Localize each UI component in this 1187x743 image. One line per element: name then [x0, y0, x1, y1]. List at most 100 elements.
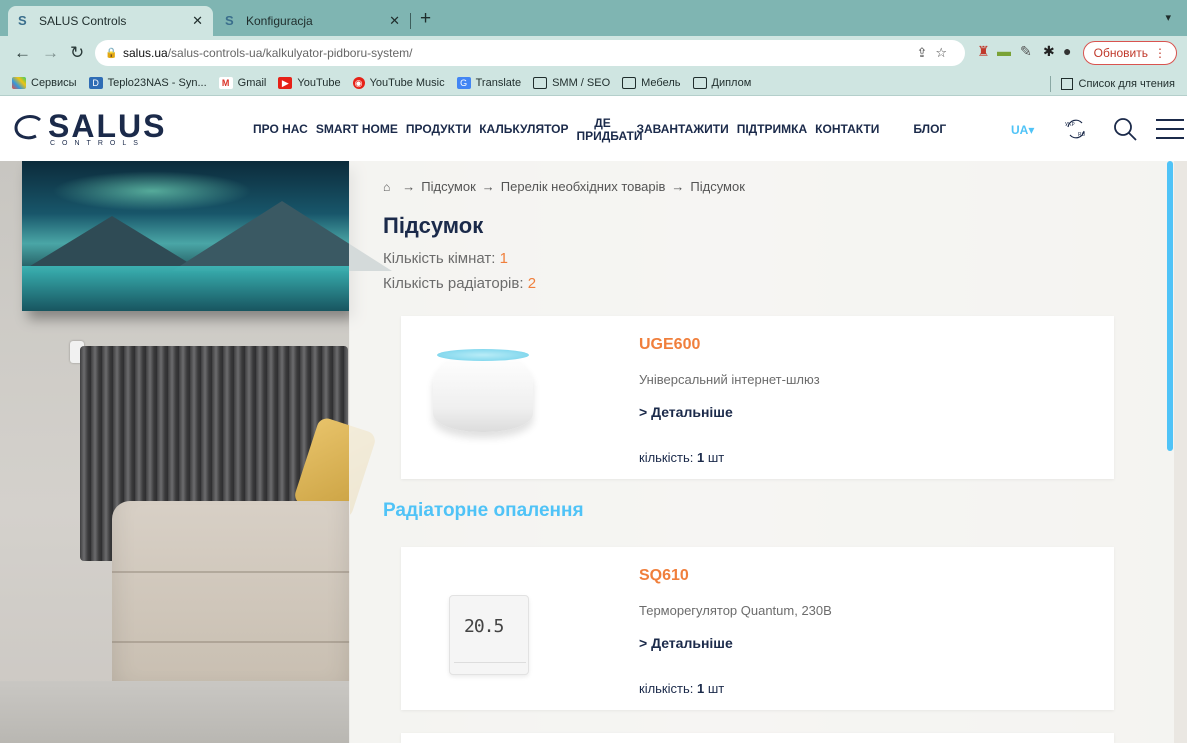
tab-search-chevron-icon[interactable]: ▾ — [1165, 11, 1171, 24]
divider — [1049, 76, 1051, 92]
bookmark-teplo23nas[interactable]: D Teplo23NAS - Syn... — [88, 76, 207, 89]
quantity-unit: шт — [707, 681, 725, 696]
radiators-count-label: Кількість радіаторів: — [383, 275, 524, 292]
tab-title: Konfiguracja — [246, 14, 313, 28]
bookmark-gmail[interactable]: M Gmail — [218, 76, 266, 89]
logo-subtext: CONTROLS — [50, 140, 145, 147]
bookmark-youtube[interactable]: ▶ YouTube — [278, 76, 341, 89]
rooms-count-label: Кількість кімнат: — [383, 250, 496, 267]
new-tab-icon[interactable]: + — [420, 8, 431, 30]
bookmark-folder-diploma[interactable]: Диплом — [692, 76, 751, 89]
language-switch-icon[interactable]: УКР RU — [1062, 115, 1090, 143]
breadcrumb-item[interactable]: Підсумок — [421, 179, 476, 194]
breadcrumb-item[interactable]: Перелік необхідних товарів — [501, 179, 666, 194]
youtube-music-icon: ◉ — [352, 76, 365, 89]
close-tab-icon[interactable]: ✕ — [389, 13, 400, 29]
page-title: Підсумок — [383, 213, 484, 238]
salus-swirl-icon — [14, 115, 41, 140]
rug — [0, 681, 350, 743]
gateway-light-ring — [437, 349, 529, 361]
update-browser-button[interactable]: Обновить ⋮ — [1082, 41, 1177, 65]
bookmarks-bar: Сервисы D Teplo23NAS - Syn... M Gmail ▶ You… — [0, 70, 1187, 96]
search-icon-svg — [1114, 118, 1137, 141]
nav-where-to-buy[interactable]: ДЕ ПРИДБАТИ — [576, 117, 642, 143]
reload-icon[interactable]: ↻ — [70, 43, 84, 63]
lang-switch-top: УКР — [1065, 122, 1075, 128]
tab-salus-controls[interactable]: S SALUS Controls ✕ — [8, 6, 213, 36]
product-image-gateway — [419, 336, 539, 456]
product-name[interactable]: SQ610 — [639, 567, 689, 585]
bookmark-folder-smm[interactable]: SMM / SEO — [533, 76, 611, 89]
product-details-link[interactable]: > Детальніше — [639, 635, 733, 651]
url-path: /salus-controls-ua/kalkulyator-pidboru-s… — [167, 46, 413, 60]
bookmark-label: YouTube — [297, 76, 341, 89]
profile-avatar-icon[interactable]: ● — [1063, 43, 1071, 59]
menu-bar — [1156, 128, 1184, 130]
browser-tab-bar: S SALUS Controls ✕ S Konfiguracja ✕ + ▾ — [0, 0, 1187, 36]
lang-switch-bottom: RU — [1078, 132, 1085, 138]
bookmark-label: Сервисы — [31, 76, 77, 89]
extension-icon[interactable]: ✎ — [1020, 43, 1032, 60]
product-card: 20.5 SQ610 Терморегулятор Quantum, 230В … — [401, 547, 1114, 710]
breadcrumb-item: Підсумок — [690, 179, 745, 194]
bookmark-youtube-music[interactable]: ◉ YouTube Music — [352, 76, 445, 89]
product-name[interactable]: UGE600 — [639, 336, 700, 354]
product-image-thermostat: 20.5 — [419, 567, 539, 687]
thermostat-display: 20.5 — [464, 616, 504, 637]
nav-products[interactable]: ПРОДУКТИ — [406, 122, 471, 136]
folder-icon — [622, 76, 637, 89]
back-icon[interactable]: ← — [14, 43, 31, 63]
url-host: salus.ua — [123, 46, 168, 60]
reading-list-button[interactable]: Список для чтения — [1049, 76, 1175, 92]
main-nav: ПРО НАС SMART HOME ПРОДУКТИ КАЛЬКУЛЯТОР … — [253, 97, 954, 161]
gmail-icon: M — [218, 76, 233, 89]
product-card: UGE600 Універсальний інтернет-шлюз > Дет… — [401, 316, 1114, 479]
product-details-link[interactable]: > Детальніше — [639, 404, 733, 420]
product-quantity: кількість: 1 шт — [639, 681, 724, 696]
bookmark-label: SMM / SEO — [552, 76, 611, 89]
nav-about[interactable]: ПРО НАС — [253, 122, 308, 136]
youtube-icon: ▶ — [278, 76, 293, 89]
bookmark-label: Translate — [475, 76, 522, 89]
product-description: Універсальний інтернет-шлюз — [639, 372, 820, 387]
nav-smart-home[interactable]: SMART HOME — [316, 122, 398, 136]
salus-logo[interactable]: SALUS CONTROLS — [14, 108, 174, 147]
bookmark-folder-furniture[interactable]: Мебель — [622, 76, 681, 89]
folder-icon — [692, 76, 707, 89]
thermostat-buttons — [454, 662, 526, 670]
extension-icon[interactable]: ▬ — [997, 43, 1011, 59]
nav-blog[interactable]: БЛОГ — [913, 122, 946, 136]
gateway-body — [433, 354, 533, 432]
menu-bar — [1156, 137, 1184, 139]
translate-icon: G — [456, 76, 471, 89]
sofa — [112, 501, 350, 711]
language-select[interactable]: UA▾ — [1011, 123, 1034, 137]
tab-title: SALUS Controls — [39, 14, 127, 28]
hamburger-menu-icon[interactable] — [1156, 119, 1184, 139]
lang-swap-arrows: УКР RU — [1065, 119, 1085, 139]
tab-konfiguracja[interactable]: S Konfiguracja ✕ — [215, 6, 410, 36]
home-icon[interactable]: ⌂ — [383, 180, 390, 194]
rooms-count: Кількість кімнат: 1 — [383, 250, 508, 267]
bookmark-translate[interactable]: G Translate — [456, 76, 522, 89]
share-star-icons[interactable]: ⇪☆ — [916, 45, 955, 61]
forward-icon[interactable]: → — [42, 43, 59, 63]
search-icon[interactable] — [1112, 115, 1138, 143]
nav-contacts[interactable]: КОНТАКТИ — [815, 122, 879, 136]
nav-downloads[interactable]: ЗАВАНТАЖИТИ — [636, 122, 728, 136]
page-scrollbar[interactable] — [1167, 161, 1173, 451]
tab-divider — [410, 13, 411, 29]
url-input[interactable]: 🔒 salus.ua/salus-controls-ua/kalkulyator… — [95, 40, 965, 66]
bookmark-label: Teplo23NAS - Syn... — [107, 76, 207, 89]
extensions-puzzle-icon[interactable]: ✱ — [1043, 43, 1055, 60]
extension-icon[interactable]: ♜ — [977, 43, 990, 60]
close-tab-icon[interactable]: ✕ — [192, 13, 203, 29]
quantity-value: 1 — [696, 450, 705, 465]
bookmark-label: Мебель — [641, 76, 681, 89]
quantity-value: 1 — [696, 681, 705, 696]
update-label: Обновить — [1093, 46, 1148, 60]
nav-calculator[interactable]: КАЛЬКУЛЯТОР — [479, 122, 568, 136]
bookmark-services[interactable]: Сервисы — [12, 76, 77, 89]
sofa-seam — [112, 641, 350, 643]
nav-support[interactable]: ПІДТРИМКА — [737, 122, 807, 136]
